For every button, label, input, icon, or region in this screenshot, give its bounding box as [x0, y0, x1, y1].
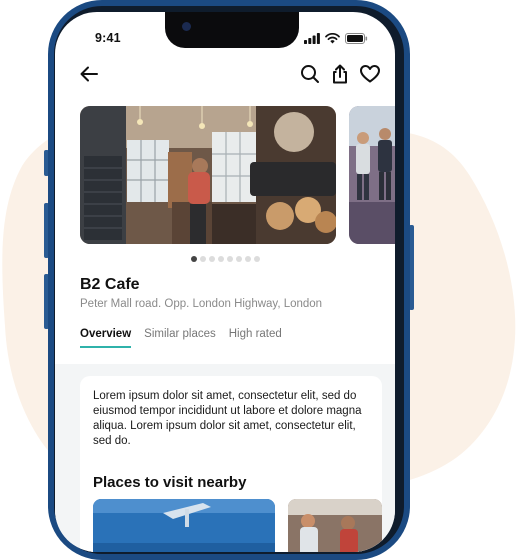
nearby-place-image	[93, 499, 275, 552]
gallery-dot[interactable]	[208, 256, 215, 262]
place-description: Lorem ipsum dolor sit amet, consectetur …	[93, 390, 362, 447]
share-icon[interactable]	[329, 63, 351, 85]
cafe-interior-image	[80, 106, 336, 244]
photo-gallery[interactable]	[80, 106, 395, 244]
arrow-left-icon[interactable]	[78, 63, 100, 85]
gallery-photo-cafe[interactable]	[80, 106, 336, 244]
nearby-place-image	[288, 499, 382, 552]
gallery-dot[interactable]	[244, 256, 251, 262]
search-icon[interactable]	[299, 63, 321, 85]
heart-icon[interactable]	[359, 63, 381, 85]
gallery-dot[interactable]	[226, 256, 233, 262]
gallery-dot[interactable]	[217, 256, 224, 262]
gallery-dot[interactable]	[190, 256, 197, 262]
gallery-dot[interactable]	[199, 256, 206, 262]
gallery-pagination	[55, 256, 395, 262]
overview-card: Lorem ipsum dolor sit amet, consectetur …	[80, 376, 382, 552]
phone-screen: 9:41 B2 Cafe Peter Mall road. Opp. Londo…	[55, 12, 395, 552]
battery-icon	[345, 33, 368, 44]
front-camera	[182, 22, 191, 31]
gallery-dot[interactable]	[235, 256, 242, 262]
street-scene-image	[349, 106, 395, 244]
signal-icon	[304, 33, 320, 44]
nearby-place-card[interactable]	[288, 499, 382, 552]
tab-overview[interactable]: Overview	[80, 328, 132, 348]
gallery-dot[interactable]	[253, 256, 260, 262]
place-address: Peter Mall road. Opp. London Highway, Lo…	[80, 298, 323, 310]
gallery-photo-street[interactable]	[349, 106, 395, 244]
status-indicators	[304, 33, 368, 44]
tab-high-rated[interactable]: High rated	[229, 328, 282, 348]
wifi-icon	[325, 33, 340, 44]
status-time: 9:41	[95, 31, 121, 45]
phone-notch	[165, 12, 299, 48]
nearby-place-card[interactable]	[93, 499, 275, 552]
nearby-section-title: Places to visit nearby	[93, 474, 247, 491]
place-title: B2 Cafe	[80, 276, 140, 293]
tab-bar: Overview Similar places High rated	[80, 328, 282, 348]
tab-similar-places[interactable]: Similar places	[144, 328, 216, 348]
